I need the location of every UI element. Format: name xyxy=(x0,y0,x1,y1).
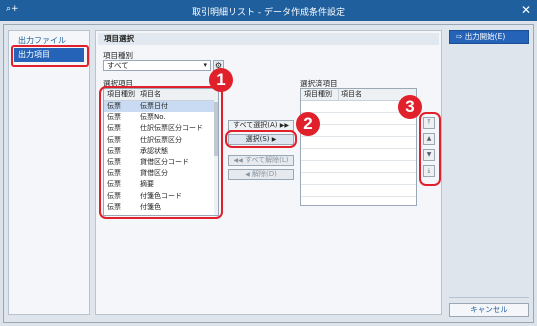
callout-badge-2: 2 xyxy=(296,112,320,136)
chevron-down-icon: ▾ xyxy=(203,61,207,69)
item-selection-panel: 項目選択 項目種別 すべて ▾ ⚙ 選択項目 項目種別 項目名 伝票 伝票日付 伝票… xyxy=(95,30,442,315)
callout-badge-1: 1 xyxy=(209,68,233,92)
close-icon[interactable]: ✕ xyxy=(521,3,531,17)
sidebar-item-output-items[interactable]: 出力項目 xyxy=(11,45,89,67)
callout-frame-2 xyxy=(225,130,297,148)
empty-row xyxy=(301,173,416,185)
start-output-button[interactable]: ⇨ 出力開始(E) xyxy=(449,30,529,44)
list-header: 項目種別 項目名 xyxy=(301,89,416,101)
callout-frame-3 xyxy=(419,112,441,186)
item-type-value: すべて xyxy=(107,61,129,70)
start-output-label: 出力開始(E) xyxy=(464,32,506,41)
cancel-button[interactable]: キャンセル xyxy=(449,303,529,317)
double-arrow-left-icon: ◀◀ xyxy=(233,157,243,164)
select-all-label: すべて選択(A) xyxy=(233,121,278,129)
empty-row xyxy=(301,137,416,149)
column-header-type: 項目種別 xyxy=(301,89,339,100)
callout-badge-3: 3 xyxy=(398,95,422,119)
empty-row xyxy=(301,161,416,173)
deselect-all-label: すべて解除(L) xyxy=(244,156,289,164)
double-arrow-right-icon: ▶▶ xyxy=(279,122,289,129)
deselect-button[interactable]: ◀ 解除(D) xyxy=(228,169,294,180)
empty-row xyxy=(301,185,416,197)
sidebar: 出力ファイル 出力項目 xyxy=(8,30,90,315)
deselect-all-button[interactable]: ◀◀ すべて解除(L) xyxy=(228,155,294,166)
callout-frame-1 xyxy=(99,86,223,219)
divider xyxy=(449,297,529,298)
empty-row xyxy=(301,197,416,205)
export-icon: ⇨ xyxy=(456,32,463,41)
arrow-left-icon: ◀ xyxy=(245,171,250,178)
section-title: 項目選択 xyxy=(98,33,439,45)
title-bar: ⌕+ 取引明細リスト - データ作成条件設定 ✕ xyxy=(0,0,537,21)
item-type-dropdown[interactable]: すべて ▾ xyxy=(103,60,211,71)
deselect-label: 解除(D) xyxy=(252,170,277,178)
empty-row xyxy=(301,149,416,161)
window-title: 取引明細リスト - データ作成条件設定 xyxy=(192,8,345,18)
